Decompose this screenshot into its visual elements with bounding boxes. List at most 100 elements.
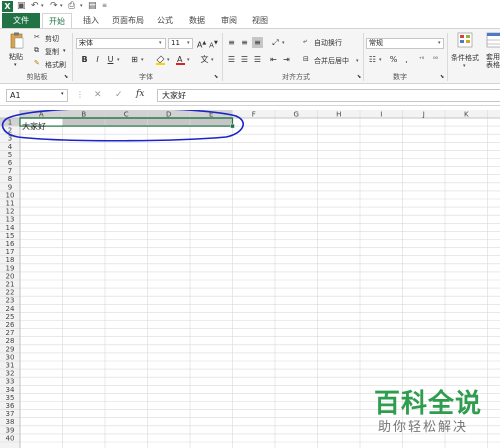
format-as-table-button[interactable]: 套用 表格格式	[486, 53, 500, 69]
merge-center-icon[interactable]: ⊟	[303, 55, 309, 63]
wrap-text-button[interactable]: 自动换行	[314, 38, 342, 48]
shrink-font-button[interactable]: A▼	[208, 38, 219, 49]
column-header-h[interactable]: H	[336, 111, 341, 119]
row-header-7[interactable]: 7	[8, 167, 12, 175]
align-bottom-icon[interactable]: ≡	[252, 37, 263, 48]
print-dropdown-icon[interactable]: ▾	[80, 0, 83, 12]
borders-dropdown-icon[interactable]: ▾	[141, 57, 144, 63]
row-header-33[interactable]: 33	[6, 378, 15, 386]
merge-center-button[interactable]: 合并后居中	[314, 56, 349, 66]
row-header-10[interactable]: 10	[6, 191, 15, 199]
fill-handle[interactable]	[230, 123, 235, 129]
font-launcher-icon[interactable]: ⬊	[214, 74, 218, 80]
copy-icon[interactable]: ⧉	[34, 46, 39, 55]
cancel-entry-icon[interactable]: ✕	[94, 90, 102, 100]
row-header-12[interactable]: 12	[6, 208, 15, 216]
tab-view[interactable]: 视图	[249, 13, 271, 28]
alignment-launcher-icon[interactable]: ⬊	[357, 74, 361, 80]
accounting-dropdown-icon[interactable]: ▾	[379, 57, 382, 63]
row-header-8[interactable]: 8	[8, 175, 12, 183]
column-header-b[interactable]: B	[81, 111, 86, 119]
row-header-26[interactable]: 26	[6, 321, 15, 329]
decrease-indent-icon[interactable]: ⇤	[268, 54, 279, 65]
row-header-23[interactable]: 23	[6, 297, 15, 305]
conditional-format-button[interactable]: 条件格式	[451, 53, 479, 63]
merge-center-dropdown-icon[interactable]: ▾	[356, 58, 359, 64]
row-header-37[interactable]: 37	[6, 410, 15, 418]
row-header-31[interactable]: 31	[6, 362, 15, 370]
orientation-icon[interactable]: ⤢	[270, 37, 281, 48]
row-header-1[interactable]: 1	[8, 119, 12, 127]
save-icon[interactable]: ▣	[17, 0, 26, 12]
align-right-icon[interactable]: ☰	[252, 54, 263, 65]
row-header-13[interactable]: 13	[6, 216, 15, 224]
column-header-g[interactable]: G	[294, 111, 299, 119]
row-header-27[interactable]: 27	[6, 329, 15, 337]
form-icon[interactable]: ▤	[88, 0, 97, 12]
copy-button[interactable]: 复制	[45, 47, 59, 57]
increase-indent-icon[interactable]: ⇥	[281, 54, 292, 65]
copy-dropdown-icon[interactable]: ▾	[63, 48, 66, 54]
formula-input[interactable]: 大家好	[157, 89, 500, 102]
font-color-icon[interactable]: A	[175, 54, 186, 65]
row-header-4[interactable]: 4	[8, 143, 13, 151]
undo-icon[interactable]: ↶	[31, 0, 39, 12]
accounting-format-icon[interactable]: ☷	[367, 54, 378, 65]
tab-file[interactable]: 文件	[2, 13, 40, 28]
comma-style-button[interactable]: ,	[401, 54, 412, 65]
row-header-17[interactable]: 17	[6, 248, 15, 256]
row-header-24[interactable]: 24	[6, 305, 15, 313]
tab-page-layout[interactable]: 页面布局	[110, 13, 146, 28]
paste-button[interactable]: 粘贴	[9, 52, 23, 62]
row-header-39[interactable]: 39	[6, 426, 15, 434]
row-header-15[interactable]: 15	[6, 232, 15, 240]
format-painter-icon[interactable]: ✎	[34, 59, 40, 67]
bold-button[interactable]: B	[79, 54, 90, 65]
font-name-dropdown-icon[interactable]: ▾	[159, 40, 162, 46]
column-header-j[interactable]: J	[422, 111, 425, 119]
column-header-k[interactable]: K	[464, 111, 469, 119]
row-header-14[interactable]: 14	[6, 224, 15, 232]
row-header-28[interactable]: 28	[6, 337, 15, 345]
phonetic-dropdown-icon[interactable]: ▾	[211, 57, 214, 63]
tab-home[interactable]: 开始	[42, 13, 72, 29]
grow-font-button[interactable]: A▲	[196, 38, 207, 50]
tab-formulas[interactable]: 公式	[154, 13, 176, 28]
row-header-16[interactable]: 16	[6, 240, 15, 248]
number-format-select[interactable]: 常规	[366, 38, 444, 49]
paste-icon[interactable]	[9, 32, 25, 50]
increase-decimal-icon[interactable]: ⁺⁰	[416, 54, 427, 65]
row-header-36[interactable]: 36	[6, 402, 15, 410]
tab-review[interactable]: 审阅	[218, 13, 240, 28]
row-header-25[interactable]: 25	[6, 313, 15, 321]
decrease-decimal-icon[interactable]: ⁰⁰	[430, 54, 441, 65]
tab-insert[interactable]: 插入	[80, 13, 102, 28]
format-painter-button[interactable]: 格式刷	[45, 60, 66, 70]
font-name-select[interactable]: 宋体	[76, 38, 166, 49]
row-header-21[interactable]: 21	[6, 281, 15, 289]
insert-function-button[interactable]: fx	[136, 89, 144, 99]
cell-a1-value[interactable]: 大家好	[22, 122, 46, 132]
align-left-icon[interactable]: ☰	[226, 54, 237, 65]
row-header-34[interactable]: 34	[6, 386, 15, 394]
tab-data[interactable]: 数据	[186, 13, 208, 28]
redo-dropdown-icon[interactable]: ▾	[60, 0, 63, 12]
row-header-29[interactable]: 29	[6, 345, 15, 353]
row-header-20[interactable]: 20	[6, 272, 15, 280]
orientation-dropdown-icon[interactable]: ▾	[282, 40, 285, 46]
row-header-40[interactable]: 40	[6, 434, 15, 442]
phonetic-icon[interactable]: 文	[199, 54, 210, 65]
paste-dropdown-icon[interactable]: ▾	[14, 62, 17, 68]
confirm-entry-icon[interactable]: ✓	[115, 90, 123, 100]
underline-button[interactable]: U	[105, 54, 116, 65]
fill-color-icon[interactable]	[155, 54, 166, 65]
undo-dropdown-icon[interactable]: ▾	[41, 0, 44, 12]
column-header-f[interactable]: F	[252, 111, 256, 119]
wrap-text-icon[interactable]: ⤶	[303, 37, 307, 46]
row-header-5[interactable]: 5	[8, 151, 12, 159]
format-as-table-icon[interactable]	[486, 32, 500, 50]
row-header-19[interactable]: 19	[6, 264, 15, 272]
percent-style-button[interactable]: %	[388, 54, 399, 65]
column-header-i[interactable]: I	[380, 111, 382, 119]
font-color-dropdown-icon[interactable]: ▾	[187, 57, 190, 63]
